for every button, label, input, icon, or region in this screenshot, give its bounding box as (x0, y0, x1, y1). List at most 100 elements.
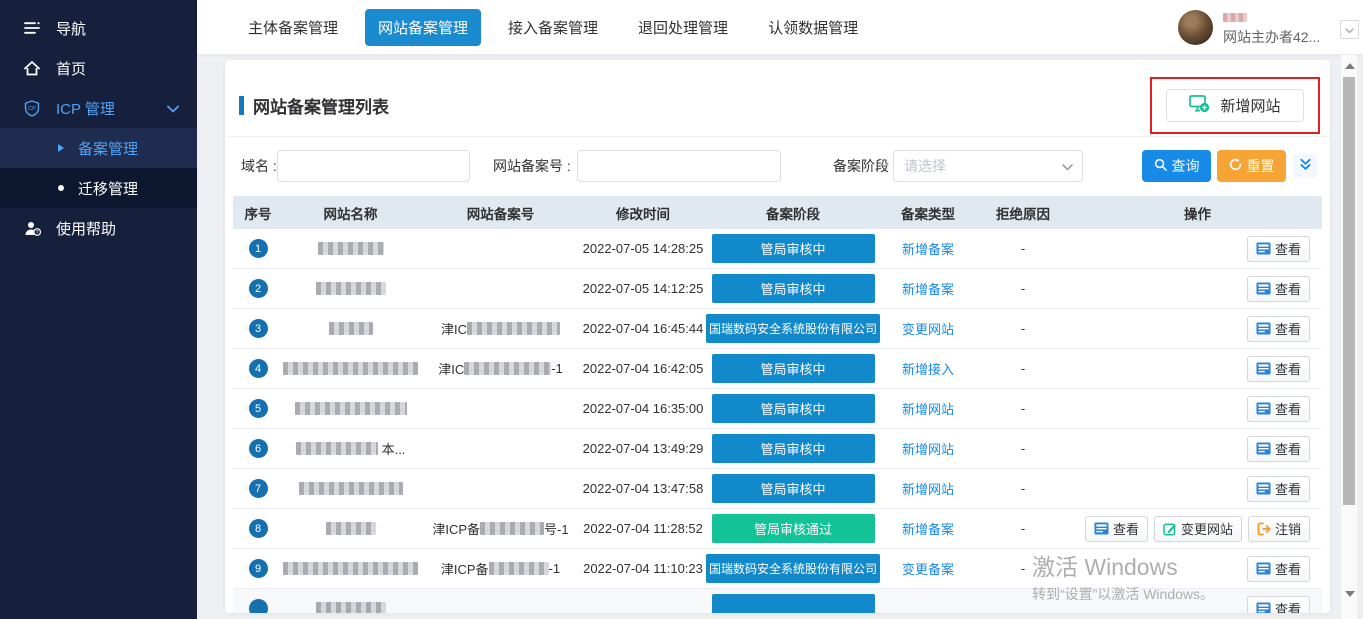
view-button[interactable]: 查看 (1247, 436, 1310, 462)
tab-4[interactable]: 认领数据管理 (755, 9, 871, 46)
deregister-button[interactable]: 注销 (1248, 516, 1310, 542)
column-header: 备案类型 (883, 203, 973, 223)
view-button[interactable]: 查看 (1247, 276, 1310, 302)
filing-type-link[interactable]: 新增网站 (902, 479, 954, 498)
action-label: 查看 (1275, 399, 1301, 418)
filing-type-link[interactable]: 变更备案 (902, 559, 954, 578)
sidebar-item-migration-management[interactable]: 迁移管理 (0, 168, 197, 208)
website-name-cell: 本... (283, 439, 418, 458)
avatar[interactable] (1178, 10, 1213, 45)
action-label: 查看 (1113, 519, 1139, 538)
filing-type-link[interactable]: 新增网站 (902, 399, 954, 418)
stage-badge: 管局审核中 (712, 434, 875, 463)
redacted-text (316, 282, 386, 295)
table-row: 22022-07-05 14:12:25管局审核中新增备案-查看 (233, 269, 1322, 309)
redacted-text (464, 362, 551, 375)
filing-type-link[interactable]: 新增网站 (902, 439, 954, 458)
search-label: 查询 (1172, 156, 1200, 176)
filing-type-link[interactable]: 新增备案 (902, 519, 954, 538)
title-accent-bar (239, 96, 244, 115)
add-website-label: 新增网站 (1220, 95, 1280, 116)
view-button[interactable]: 查看 (1247, 556, 1310, 582)
svg-text:CP: CP (28, 106, 36, 112)
caret-right-icon (58, 144, 64, 152)
stage-badge: 管局审核中 (712, 234, 875, 263)
expand-filters-button[interactable] (1293, 154, 1317, 178)
table-row: 12022-07-05 14:28:25管局审核中新增备案-查看 (233, 229, 1322, 269)
icp-number-cell: 津IC (418, 319, 583, 338)
filing-table: 序号网站名称网站备案号修改时间备案阶段备案类型拒绝原因操作 12022-07-0… (233, 196, 1322, 613)
icp-number-cell: 津IC-1 (418, 359, 583, 378)
redacted-text (296, 442, 378, 455)
column-header: 网站备案号 (418, 203, 583, 223)
reject-reason: - (973, 321, 1073, 336)
modified-time: 2022-07-05 14:12:25 (583, 281, 703, 296)
view-button[interactable]: 查看 (1247, 396, 1310, 422)
icp-number-cell: 津ICP备号-1 (418, 519, 583, 538)
column-header: 备案阶段 (703, 203, 883, 223)
stage-select[interactable]: 请选择 (893, 150, 1083, 182)
view-button[interactable]: 查看 (1247, 356, 1310, 382)
sidebar-item-icp-management[interactable]: CP ICP 管理 (0, 88, 197, 128)
sidebar-item-filing-management[interactable]: 备案管理 (0, 128, 197, 168)
main-panel: 网站备案管理列表 新增网站 域名 : 网站备案号 : 备案阶段 : 请选择 查询 (225, 60, 1330, 613)
redacted-text (318, 242, 384, 255)
sidebar-item-home[interactable]: 首页 (0, 48, 197, 88)
filing-type-link[interactable]: 新增接入 (902, 359, 954, 378)
domain-input[interactable] (277, 150, 470, 182)
tab-3[interactable]: 退回处理管理 (625, 9, 741, 46)
tab-0[interactable]: 主体备案管理 (235, 9, 351, 46)
scrollbar-thumb[interactable] (1343, 77, 1355, 505)
action-label: 查看 (1275, 599, 1301, 613)
reject-reason: - (973, 241, 1073, 256)
chevron-down-icon (167, 100, 179, 117)
sidebar-item-label: 首页 (56, 58, 86, 79)
add-website-button[interactable]: 新增网站 (1166, 89, 1304, 122)
reset-button[interactable]: 重置 (1217, 150, 1286, 182)
column-header: 修改时间 (583, 203, 703, 223)
icp-number-fragment: -1 (549, 561, 561, 576)
stage-badge: 管局审核通过 (712, 514, 875, 543)
filing-type-link[interactable]: 新增备案 (902, 239, 954, 258)
menu-icon (24, 21, 44, 35)
change-website-button[interactable]: 变更网站 (1154, 516, 1242, 542)
tab-1[interactable]: 网站备案管理 (365, 9, 481, 46)
action-label: 查看 (1275, 479, 1301, 498)
sidebar-item-label: 导航 (56, 18, 86, 39)
website-name-cell (283, 282, 418, 295)
table-row: 6本...2022-07-04 13:49:29管局审核中新增网站-查看 (233, 429, 1322, 469)
row-number-badge: 2 (249, 279, 268, 298)
reject-reason: - (973, 401, 1073, 416)
filing-type-link[interactable]: 新增备案 (902, 279, 954, 298)
column-header: 网站名称 (283, 203, 418, 223)
home-icon (24, 61, 44, 76)
scroll-down-arrow-icon[interactable] (1345, 591, 1355, 597)
filing-type-link[interactable]: 变更网站 (902, 319, 954, 338)
add-website-icon (1189, 95, 1210, 117)
redacted-text (283, 362, 418, 375)
user-dropdown-button[interactable] (1340, 20, 1359, 39)
view-button[interactable]: 查看 (1085, 516, 1148, 542)
divider (225, 136, 1330, 137)
scroll-up-arrow-icon[interactable] (1345, 63, 1355, 69)
stage-badge: 管局审核中 (712, 394, 875, 423)
tab-2[interactable]: 接入备案管理 (495, 9, 611, 46)
view-icon (1256, 602, 1271, 613)
view-button[interactable]: 查看 (1247, 316, 1310, 342)
vertical-scrollbar[interactable] (1340, 55, 1357, 619)
search-button[interactable]: 查询 (1142, 150, 1211, 182)
sidebar-item-help[interactable]: ? 使用帮助 (0, 208, 197, 248)
stage-badge: 国瑞数码安全系统股份有限公司 (706, 314, 880, 343)
view-icon (1256, 362, 1271, 375)
icp-number-fragment: 津ICP备 (441, 559, 489, 578)
view-button[interactable]: 查看 (1247, 476, 1310, 502)
website-name-fragment: 本... (382, 439, 406, 458)
icp-number-input[interactable] (577, 150, 781, 182)
view-button[interactable]: 查看 (1247, 236, 1310, 262)
user-role-label: 网站主办者42... (1223, 27, 1320, 47)
website-name-cell (283, 482, 418, 495)
view-button[interactable]: 查看 (1247, 596, 1310, 614)
double-chevron-down-icon (1299, 158, 1312, 174)
sidebar-item-navigation[interactable]: 导航 (0, 8, 197, 48)
reject-reason: - (973, 481, 1073, 496)
